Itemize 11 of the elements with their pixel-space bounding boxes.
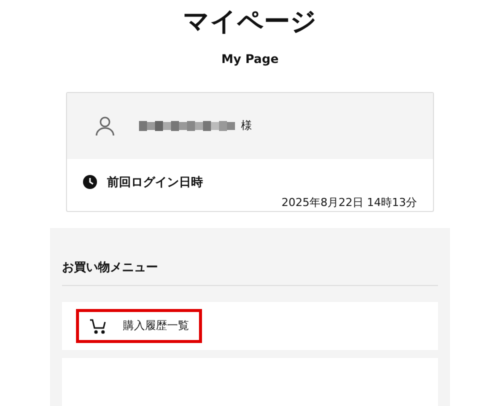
page-subtitle: My Page [221, 51, 279, 68]
highlight-frame: 購入履歴一覧 [76, 309, 202, 343]
menu-item[interactable]: 購入履歴一覧 [62, 302, 438, 350]
cart-icon [89, 318, 107, 334]
honorific-text: 様 [241, 118, 252, 134]
last-login-label: 前回ログイン日時 [107, 174, 203, 190]
shopping-menu-heading: お買い物メニュー [62, 258, 438, 286]
user-icon [95, 116, 115, 136]
last-login-value: 2025年8月22日 14時13分 [282, 194, 417, 210]
page-title: マイページ [183, 6, 317, 38]
clock-icon [83, 174, 97, 188]
